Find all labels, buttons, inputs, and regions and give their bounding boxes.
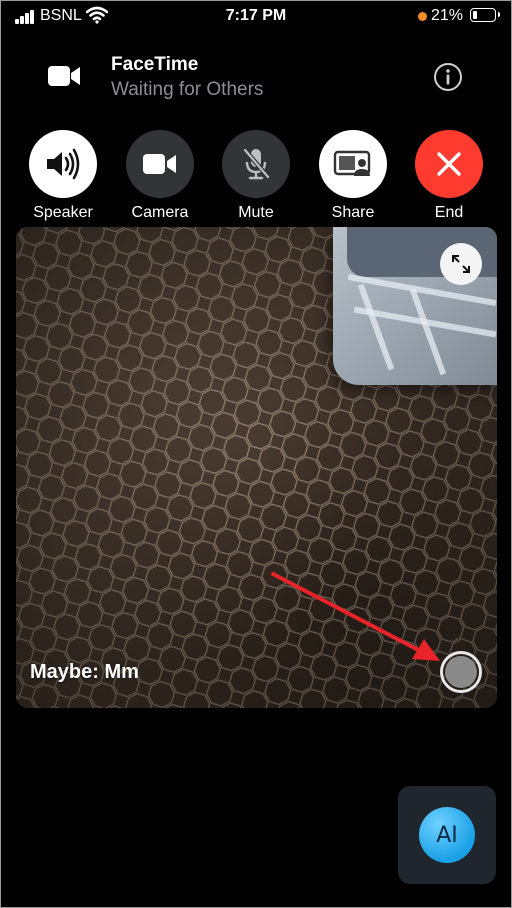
video-camera-icon [48,66,80,86]
camera-button[interactable]: Camera [117,130,203,222]
info-icon[interactable] [433,62,463,92]
speaker-button[interactable]: Speaker [20,130,106,222]
end-label: End [434,204,464,221]
microphone-slash-icon [222,130,290,198]
speaker-icon [29,130,97,198]
video-camera-icon [126,130,194,198]
annotation-arrow [271,572,440,661]
share-screen-icon [319,130,387,198]
speaker-label: Speaker [33,204,93,221]
ai-assistant-panel: AI [398,786,496,884]
privacy-indicator-dot [418,12,427,21]
ai-button[interactable]: AI [419,807,475,863]
mute-label: Mute [238,204,274,221]
close-icon [415,130,483,198]
app-title: FaceTime [111,54,199,75]
call-status: Waiting for Others [111,79,264,100]
end-call-button[interactable]: End [406,130,492,222]
mute-button[interactable]: Mute [213,130,299,222]
camera-label: Camera [131,204,189,221]
camera-preview[interactable]: Maybe: Mm [16,227,497,708]
share-label: Share [331,204,375,221]
status-bar: BSNL 7:17 PM 21% [0,0,512,34]
battery-icon [470,8,500,22]
battery-percent: 21% [431,7,464,24]
share-button[interactable]: Share [310,130,396,222]
